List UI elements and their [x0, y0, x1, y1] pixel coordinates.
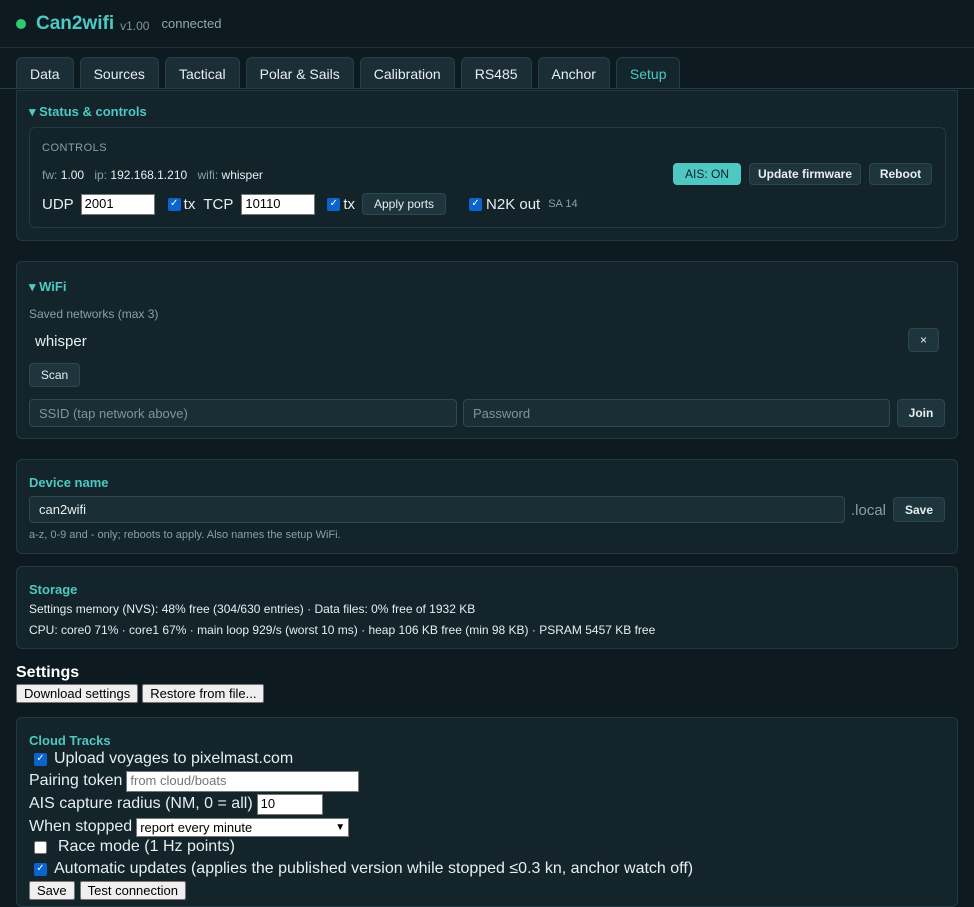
wifi-label: wifi:	[197, 168, 219, 182]
test-connection-button[interactable]: Test connection	[79, 881, 186, 900]
pairing-token-label: Pairing token	[29, 772, 123, 789]
when-stopped-select[interactable]: report every minute ▼	[136, 817, 350, 837]
when-stopped-row: When stopped report every minute ▼	[29, 816, 350, 838]
device-name-title: Device name	[29, 475, 109, 490]
ssid-input[interactable]: SSID (tap network above)	[29, 399, 457, 427]
saved-network-item[interactable]: whisper	[35, 333, 87, 350]
tab-calibration[interactable]: Calibration	[359, 57, 455, 89]
saved-networks-label: Saved networks (max 3)	[29, 307, 159, 321]
download-settings-button[interactable]: Download settings	[16, 684, 139, 703]
cloud-buttons: Save Test connection	[29, 881, 186, 900]
udp-label: UDP	[42, 195, 74, 213]
settings-buttons: Download settings Restore from file...	[16, 684, 265, 703]
tab-divider	[0, 88, 974, 89]
storage-panel: Storage Settings memory (NVS): 48% free …	[16, 566, 958, 649]
tab-tactical[interactable]: Tactical	[164, 57, 240, 89]
n2k-out-label: N2K out	[486, 195, 541, 213]
device-name-panel: Device name can2wifi .local Save a-z, 0-…	[16, 459, 958, 554]
remove-network-button[interactable]: ×	[908, 328, 939, 352]
race-mode-checkbox[interactable]	[34, 840, 47, 854]
pairing-token-row: Pairing token from cloud/boats	[29, 770, 360, 792]
tab-bar: Data Sources Tactical Polar & Sails Cali…	[16, 57, 681, 89]
tab-anchor[interactable]: Anchor	[537, 57, 610, 89]
connection-status: connected	[161, 16, 222, 31]
scan-button[interactable]: Scan	[29, 363, 80, 387]
n2k-sa-label: SA 14	[548, 198, 578, 210]
tab-data[interactable]: Data	[16, 57, 74, 89]
cloud-save-button[interactable]: Save	[29, 881, 75, 900]
ip-label: ip:	[94, 168, 108, 182]
wifi-panel: ▾ WiFi Saved networks (max 3) whisper × …	[16, 261, 958, 439]
fw-value: 1.00	[60, 168, 85, 182]
auto-updates-checkbox[interactable]: ✓	[34, 862, 47, 876]
udp-port-input[interactable]: 2001	[80, 193, 155, 215]
ip-value: 192.168.1.210	[110, 168, 188, 182]
wifi-toggle[interactable]: ▾ WiFi	[29, 279, 66, 295]
password-input[interactable]: Password	[463, 399, 890, 427]
restore-settings-button[interactable]: Restore from file...	[142, 684, 265, 703]
race-mode-label: Race mode (1 Hz points)	[58, 838, 235, 855]
controls-heading: CONTROLS	[42, 142, 108, 154]
app-title: Can2wifi	[36, 12, 115, 34]
upload-voyages-checkbox[interactable]: ✓	[34, 752, 47, 766]
reboot-button[interactable]: Reboot	[869, 163, 932, 185]
update-firmware-button[interactable]: Update firmware	[749, 163, 861, 185]
storage-memory-line: Settings memory (NVS): 48% free (304/630…	[29, 602, 476, 616]
cpu-stats-line: CPU: core0 71% · core1 67% · main loop 9…	[29, 623, 656, 637]
tcp-tx-label: tx	[343, 195, 356, 213]
ais-radius-input[interactable]: 10	[256, 793, 323, 815]
cloud-tracks-title: Cloud Tracks	[29, 733, 111, 748]
auto-updates-row: ✓ Automatic updates (applies the publish…	[34, 860, 693, 878]
udp-tx-label: tx	[183, 195, 196, 213]
upload-voyages-label: Upload voyages to pixelmast.com	[54, 750, 294, 767]
when-stopped-label: When stopped	[29, 818, 133, 835]
ports-row: UDP 2001 ✓ tx TCP 10110 ✓ tx Apply ports…	[42, 193, 578, 215]
ais-radius-label: AIS capture radius (NM, 0 = all)	[29, 795, 253, 812]
controls-box: CONTROLS fw: 1.00 ip: 192.168.1.210 wifi…	[29, 127, 946, 228]
n2k-out-checkbox[interactable]: ✓	[469, 197, 483, 211]
app-version: v1.00	[120, 18, 150, 33]
ais-radius-row: AIS capture radius (NM, 0 = all) 10	[29, 793, 323, 815]
local-suffix: .local	[851, 502, 887, 519]
tab-polar-sails[interactable]: Polar & Sails	[245, 57, 354, 89]
tcp-label: TCP	[203, 195, 234, 213]
pairing-token-input[interactable]: from cloud/boats	[126, 770, 360, 792]
device-info-line: fw: 1.00 ip: 192.168.1.210 wifi: whisper	[42, 168, 263, 182]
cloud-tracks-panel: Cloud Tracks ✓ Upload voyages to pixelma…	[16, 717, 958, 907]
tab-sources[interactable]: Sources	[79, 57, 159, 89]
udp-tx-checkbox[interactable]: ✓	[167, 197, 181, 211]
tcp-tx-checkbox[interactable]: ✓	[327, 197, 341, 211]
app-header: Can2wifi v1.00 connected	[0, 0, 974, 48]
tab-rs485[interactable]: RS485	[460, 57, 532, 89]
join-button[interactable]: Join	[897, 399, 945, 427]
tcp-port-input[interactable]: 10110	[241, 193, 316, 215]
device-name-input[interactable]: can2wifi	[29, 496, 845, 523]
settings-heading: Settings	[16, 664, 80, 681]
when-stopped-value: report every minute	[140, 819, 253, 835]
status-controls-toggle[interactable]: ▾ Status & controls	[29, 104, 147, 120]
apply-ports-button[interactable]: Apply ports	[362, 193, 447, 215]
ais-toggle-button[interactable]: AIS: ON	[673, 163, 741, 185]
device-name-hint: a-z, 0-9 and - only; reboots to apply. A…	[29, 529, 341, 541]
chevron-down-icon: ▼	[335, 821, 346, 833]
auto-updates-label: Automatic updates (applies the published…	[54, 860, 694, 877]
status-controls-panel: ▾ Status & controls CONTROLS fw: 1.00 ip…	[16, 90, 958, 241]
connection-status-dot	[16, 18, 26, 29]
device-name-save-button[interactable]: Save	[893, 497, 945, 522]
storage-title: Storage	[29, 582, 78, 597]
race-mode-row: Race mode (1 Hz points)	[34, 838, 235, 856]
wifi-value: whisper	[221, 168, 263, 182]
upload-voyages-row: ✓ Upload voyages to pixelmast.com	[34, 750, 293, 768]
fw-label: fw:	[42, 168, 58, 182]
tab-setup[interactable]: Setup	[615, 57, 681, 89]
